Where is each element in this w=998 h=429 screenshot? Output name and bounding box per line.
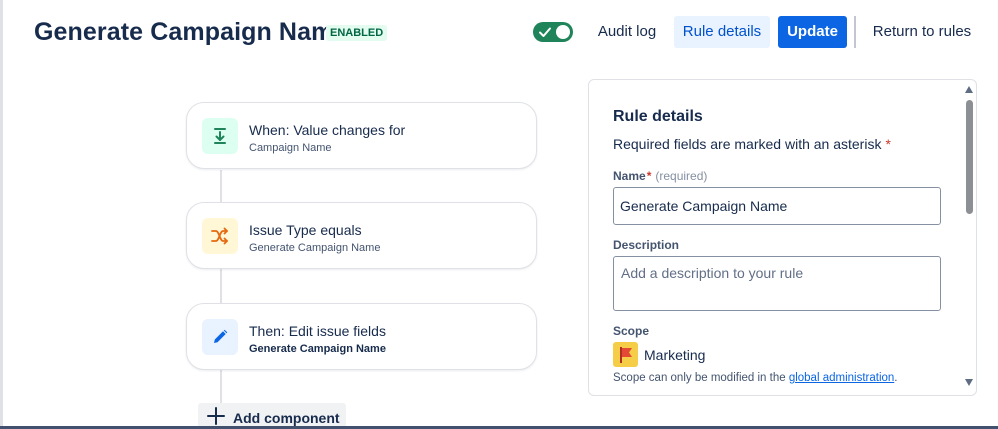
panel-scrollbar[interactable] — [963, 86, 975, 388]
flag-icon — [613, 342, 638, 367]
card-subtitle: Campaign Name — [249, 142, 332, 154]
download-arrow-icon — [202, 118, 238, 154]
description-field-label: Description — [613, 238, 680, 252]
check-icon — [539, 27, 551, 37]
card-title: When: Value changes for — [249, 122, 406, 138]
name-input[interactable]: Generate Campaign Name — [613, 187, 941, 225]
trigger-card[interactable]: When: Value changes for Campaign Name — [186, 102, 537, 169]
scope-note-suffix: . — [894, 372, 898, 384]
pencil-icon — [202, 319, 238, 355]
name-label-text: Name — [613, 169, 646, 183]
card-title: Then: Edit issue fields — [249, 323, 386, 339]
return-to-rules-button[interactable]: Return to rules — [866, 16, 978, 48]
rule-details-panel: Rule details Required fields are marked … — [588, 79, 977, 396]
plus-icon — [207, 407, 225, 425]
scope-field-label: Scope — [613, 324, 650, 338]
page-title: Generate Campaign Name — [34, 18, 348, 46]
audit-log-button[interactable]: Audit log — [589, 16, 665, 48]
card-title: Issue Type equals — [249, 222, 362, 238]
required-note: Required fields are marked with an aster… — [613, 136, 891, 152]
update-button[interactable]: Update — [778, 16, 847, 48]
header-divider — [854, 16, 856, 48]
scroll-thumb[interactable] — [966, 100, 973, 214]
status-badge: ENABLED — [326, 25, 388, 41]
rule-details-button[interactable]: Rule details — [674, 16, 770, 48]
scroll-down-arrow-icon[interactable] — [965, 379, 973, 386]
header: Generate Campaign Name ENABLED Audit log… — [0, 0, 998, 66]
scope-name: Marketing — [644, 347, 706, 363]
global-administration-link[interactable]: global administration — [789, 372, 894, 384]
required-note-text: Required fields are marked with an aster… — [613, 136, 882, 152]
name-asterisk: * — [646, 169, 652, 183]
panel-title: Rule details — [613, 108, 703, 125]
scroll-up-arrow-icon[interactable] — [965, 86, 973, 93]
toggle-knob — [556, 25, 570, 39]
condition-card[interactable]: Issue Type equals Generate Campaign Name — [186, 202, 537, 269]
description-input[interactable]: Add a description to your rule — [613, 256, 941, 311]
card-subtitle: Generate Campaign Name — [249, 242, 381, 254]
card-subtitle: Generate Campaign Name — [249, 343, 386, 355]
rule-enabled-toggle[interactable] — [533, 22, 573, 42]
scope-note: Scope can only be modified in the global… — [613, 372, 898, 384]
shuffle-icon — [202, 218, 238, 254]
action-card[interactable]: Then: Edit issue fields Generate Campaig… — [186, 303, 537, 370]
required-asterisk: * — [885, 136, 891, 152]
name-field-label: Name* (required) — [613, 169, 707, 183]
scope-note-prefix: Scope can only be modified in the — [613, 372, 789, 384]
add-component-label: Add component — [233, 410, 340, 426]
name-required-hint: (required) — [655, 169, 708, 183]
